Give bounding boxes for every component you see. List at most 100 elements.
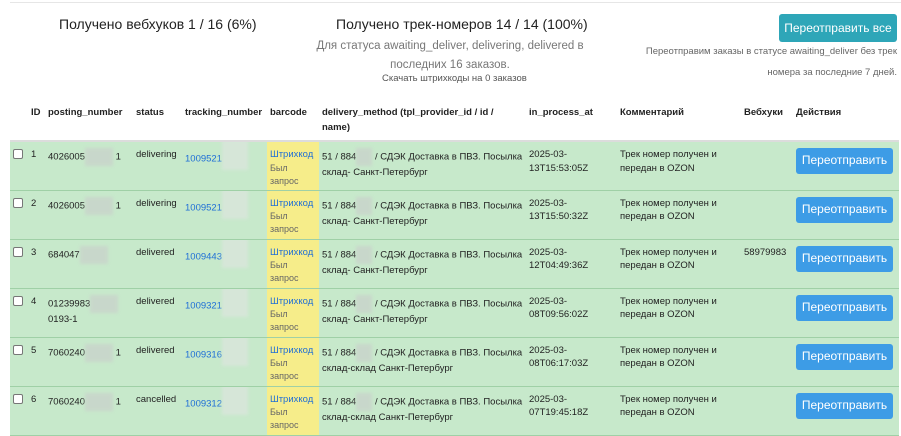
barcode-link[interactable]: Штрихкод: [270, 344, 316, 358]
comment-line1: Трек номер получен и: [620, 149, 717, 160]
in-process-at: 2025-03- 07T19:45:18Z: [526, 386, 617, 435]
redacted-block: [221, 190, 248, 219]
col-id: ID: [31, 107, 41, 118]
tracks-summary: Получено трек-номеров 14 / 14 (100%): [336, 16, 588, 32]
comment-line1: Трек номер получен и: [620, 295, 717, 307]
barcode-note-line2: запрос: [270, 273, 299, 283]
delivery-name-line2: склад-склад: [322, 411, 376, 423]
row-select-cell: [10, 386, 28, 435]
col-status: status: [136, 107, 164, 118]
posting-number: 01239983 0193-1: [45, 288, 133, 337]
delivery-name: / СДЭК Доставка в ПВЗ. Посылка: [374, 200, 523, 212]
date-line2: 08T09:56:02Z: [529, 309, 589, 320]
redacted-block: [221, 239, 248, 268]
row-checkbox[interactable]: [13, 246, 23, 257]
comment-line2: передан в OZON: [620, 358, 695, 369]
row-checkbox[interactable]: [13, 393, 23, 404]
row-select-cell: [10, 337, 28, 386]
tracking-number-link[interactable]: 1009521: [185, 154, 222, 165]
barcode-note: Был запрос: [270, 210, 316, 236]
download-barcodes-link[interactable]: Скачать штрихкоды на 0 заказов: [382, 73, 527, 84]
comment: Трек номер получен и передан в OZON: [617, 239, 741, 288]
col-comment: Комментарий: [620, 107, 684, 118]
tracking-number-link[interactable]: 1009312: [185, 398, 222, 409]
barcode-link[interactable]: Штрихкод: [270, 295, 316, 309]
table-row: 1 4026005 1 delivering 1009521 Штрихкод Б…: [10, 141, 899, 190]
row-select-cell: [10, 141, 28, 190]
webhooks-summary: Получено вебхуков 1 / 16 (6%): [59, 16, 257, 32]
row-checkbox[interactable]: [13, 344, 23, 355]
status: delivered: [136, 246, 175, 258]
tracking-number-link[interactable]: 1009521: [185, 202, 222, 213]
delivery-name-line2: склад-: [322, 215, 351, 227]
delivery-name: / СДЭК Доставка в ПВЗ. Посылка: [374, 396, 523, 408]
resend-button[interactable]: Переотправить: [796, 148, 893, 174]
resend-all-note: Переотправим заказы в статусе awaiting_d…: [627, 41, 897, 83]
resend-button[interactable]: Переотправить: [796, 245, 893, 272]
delivery-method: 51 / 884 / СДЭК Доставка в ПВЗ. Посылка с…: [319, 337, 526, 386]
row-id: 5: [31, 344, 37, 356]
barcode-link[interactable]: Штрихкод: [270, 197, 316, 211]
redacted-block: [356, 196, 373, 215]
redacted-block: [84, 343, 113, 362]
barcode-note-line1: Был: [270, 162, 288, 173]
col-tracking-number: tracking_number: [185, 107, 263, 118]
row-checkbox[interactable]: [13, 295, 23, 306]
row-checkbox[interactable]: [13, 149, 23, 159]
row-id: 1: [31, 149, 37, 160]
tracking-number-cell: 1009321: [182, 288, 267, 337]
date-line1: 2025-03-: [529, 344, 568, 356]
comment-line2: передан в OZON: [620, 407, 695, 418]
delivery-city: Санкт-Петербург: [378, 411, 454, 423]
status: cancelled: [136, 393, 177, 405]
actions-cell: Переотправить: [793, 288, 899, 337]
barcode-cell: Штрихкод Был запрос: [267, 386, 319, 435]
comment-line1: Трек номер получен и: [620, 246, 717, 258]
delivery-name-line2: склад-: [322, 167, 351, 178]
row-select-cell: [10, 288, 28, 337]
posting-number-part: 7060240: [48, 396, 85, 408]
resend-button[interactable]: Переотправить: [796, 294, 893, 321]
posting-number-suffix: 1: [115, 396, 121, 408]
posting-number-part: 4026005: [48, 200, 85, 212]
posting-number-suffix: 1: [115, 200, 121, 212]
barcode-link[interactable]: Штрихкод: [270, 148, 316, 162]
comment-line1: Трек номер получен и: [620, 197, 717, 209]
resend-all-note-line1: Переотправим заказы в статусе awaiting_d…: [645, 46, 897, 57]
col-in-process-at: in_process_at: [529, 107, 593, 118]
barcode-note-line2: запрос: [270, 175, 299, 186]
row-id: 6: [31, 393, 37, 405]
in-process-at: 2025-03- 08T09:56:02Z: [526, 288, 617, 337]
posting-number: 684047: [45, 239, 133, 288]
date-line1: 2025-03-: [529, 246, 568, 258]
posting-number: 7060240 1: [45, 386, 133, 435]
delivery-name-line2: склад-склад: [322, 362, 376, 374]
delivery-method: 51 / 884 / СДЭК Доставка в ПВЗ. Посылка с…: [319, 190, 526, 239]
delivery-provider: 51 / 884: [322, 396, 357, 408]
tracking-number-link[interactable]: 1009316: [185, 349, 222, 360]
webhooks-value: 58979983: [744, 246, 787, 258]
tracking-number-cell: 1009443: [182, 239, 267, 288]
barcode-note: Был запрос: [270, 162, 316, 188]
barcode-note-line2: запрос: [270, 322, 299, 332]
tracking-number-link[interactable]: 1009321: [185, 300, 222, 311]
barcode-link[interactable]: Штрихкод: [270, 393, 316, 407]
date-line2: 12T04:49:36Z: [529, 260, 589, 271]
resend-button[interactable]: Переотправить: [796, 196, 893, 223]
resend-all-button[interactable]: Переотправить все: [779, 14, 897, 42]
resend-button[interactable]: Переотправить: [796, 392, 893, 419]
barcode-cell: Штрихкод Был запрос: [267, 288, 319, 337]
actions-cell: Переотправить: [793, 386, 899, 435]
barcode-link[interactable]: Штрихкод: [270, 246, 316, 260]
tracks-summary-note-line1: Для статуса awaiting_deliver, delivering…: [316, 40, 584, 52]
tracking-number-link[interactable]: 1009443: [185, 251, 222, 262]
barcode-note: Был запрос: [270, 308, 316, 334]
status: delivering: [136, 149, 177, 160]
status: delivered: [136, 295, 175, 307]
date-line2: 08T06:17:03Z: [529, 358, 589, 369]
row-checkbox[interactable]: [13, 197, 23, 208]
resend-button[interactable]: Переотправить: [796, 343, 893, 370]
actions-cell: Переотправить: [793, 190, 899, 239]
posting-number-part: 684047: [48, 249, 80, 261]
date-line2: 13T15:53:05Z: [529, 162, 589, 174]
